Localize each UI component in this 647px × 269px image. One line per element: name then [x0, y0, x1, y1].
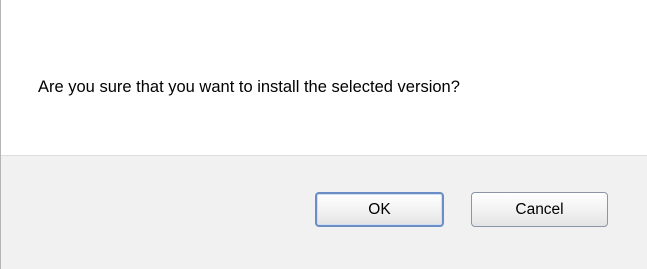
cancel-button[interactable]: Cancel — [471, 192, 608, 227]
dialog-message-area: Are you sure that you want to install th… — [1, 0, 647, 155]
ok-button[interactable]: OK — [315, 192, 444, 227]
confirmation-message: Are you sure that you want to install th… — [38, 78, 460, 96]
dialog-button-bar: OK Cancel — [1, 155, 647, 269]
confirm-install-dialog: Are you sure that you want to install th… — [0, 0, 647, 269]
